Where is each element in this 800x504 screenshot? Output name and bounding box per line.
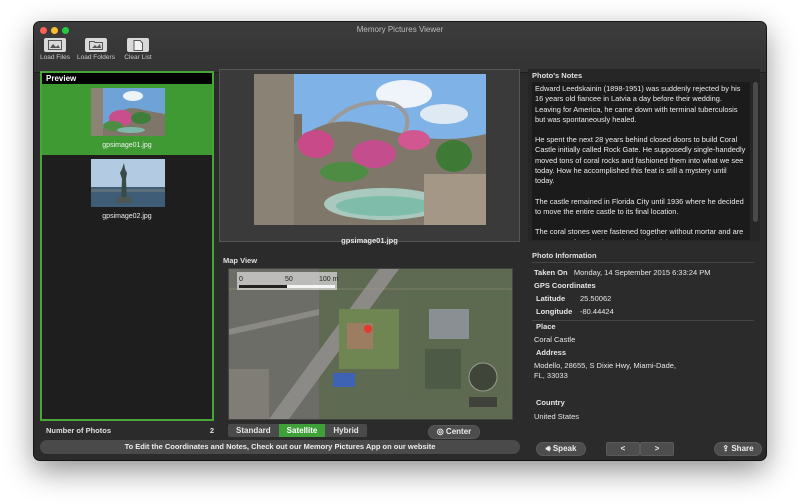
map-view-panel: Map View 0 50 100 m xyxy=(219,256,520,422)
address-label: Address xyxy=(536,348,567,357)
notes-paragraph: The coral stones were fastened together … xyxy=(535,227,744,240)
main-photo[interactable] xyxy=(254,74,486,225)
place-value: Coral Castle xyxy=(534,335,576,344)
longitude-value: -80.44424 xyxy=(580,307,614,316)
notes-paragraph: The castle remained in Florida City unti… xyxy=(535,196,744,216)
taken-on-label: Taken On xyxy=(534,268,568,277)
document-icon xyxy=(127,38,149,52)
latitude-value: 25.50062 xyxy=(580,294,612,303)
share-label: Share xyxy=(731,444,754,453)
photo-count-value: 2 xyxy=(209,426,214,435)
main-photo-panel xyxy=(219,69,520,242)
previous-label: < xyxy=(620,444,626,453)
thumbnail-image xyxy=(91,88,165,136)
map-mode-segmented-control: Standard Satellite Hybrid xyxy=(228,424,367,437)
address-value-line2: FL, 33033 xyxy=(534,371,568,380)
gps-label: GPS Coordinates xyxy=(534,281,596,290)
speak-button[interactable]: 🔊︎ Speak xyxy=(536,442,586,456)
app-window: Memory Pictures Viewer Load Files Load F… xyxy=(34,22,766,460)
longitude-row: Longitude -80.44424 xyxy=(536,307,614,316)
country-label: Country xyxy=(536,398,565,407)
notes-scrollbar[interactable] xyxy=(753,82,758,222)
load-files-label: Load Files xyxy=(40,54,70,61)
taken-on-value: Monday, 14 September 2015 6:33:24 PM xyxy=(573,268,711,277)
load-folders-label: Load Folders xyxy=(77,54,115,61)
map-mode-hybrid[interactable]: Hybrid xyxy=(325,424,367,437)
next-button[interactable]: > xyxy=(640,442,674,456)
share-button[interactable]: ⇪ Share xyxy=(714,442,762,456)
speaker-icon: 🔊︎ xyxy=(545,444,553,453)
taken-on-row: Taken On Monday, 14 September 2015 6:33:… xyxy=(534,268,711,277)
notes-label: Photo's Notes xyxy=(532,71,583,80)
speak-label: Speak xyxy=(552,444,577,453)
country-value: United States xyxy=(534,412,580,421)
preview-panel: Preview gpsimage01.jpg gpsimage02.jpg xyxy=(40,71,214,421)
thumbnail-label: gpsimage02.jpg xyxy=(102,213,152,220)
next-label: > xyxy=(654,444,660,453)
map-mode-standard[interactable]: Standard xyxy=(228,424,279,437)
preview-header: Preview xyxy=(42,73,212,84)
divider xyxy=(532,262,754,263)
photo-caption: gpsimage01.jpg xyxy=(341,236,398,245)
load-folders-button[interactable]: Load Folders xyxy=(74,38,118,61)
center-map-button[interactable]: ◎ Center xyxy=(428,425,480,439)
window-title: Memory Pictures Viewer xyxy=(356,25,444,34)
notes-textarea[interactable]: Edward Leedskainin (1898-1951) was sudde… xyxy=(532,82,750,240)
title-bar: Memory Pictures Viewer Load Files Load F… xyxy=(34,22,766,73)
center-label: Center xyxy=(445,427,472,436)
satellite-map[interactable]: 0 50 100 m xyxy=(228,268,513,420)
notes-paragraph: He spent the next 28 years behind closed… xyxy=(535,135,746,186)
map-view-label: Map View xyxy=(223,256,258,265)
thumbnail-image xyxy=(91,159,165,207)
list-item[interactable]: gpsimage02.jpg xyxy=(42,155,212,226)
map-scale-50: 50 xyxy=(285,276,293,283)
map-scale-100: 100 m xyxy=(319,276,339,283)
latitude-label: Latitude xyxy=(536,294,566,303)
photo-count-row: Number of Photos 2 xyxy=(46,426,214,435)
map-mode-satellite[interactable]: Satellite xyxy=(278,424,326,437)
map-scale-0: 0 xyxy=(239,276,243,283)
photo-info-label: Photo Information xyxy=(532,251,597,260)
photo-info-panel: Photo Information Taken On Monday, 14 Se… xyxy=(528,249,760,432)
clear-list-label: Clear List xyxy=(124,54,152,61)
place-label: Place xyxy=(536,322,556,331)
share-icon: ⇪ xyxy=(722,444,732,453)
clear-list-button[interactable]: Clear List xyxy=(122,38,154,61)
notes-paragraph: Edward Leedskainin (1898-1951) was sudde… xyxy=(535,84,741,124)
list-item[interactable]: gpsimage01.jpg xyxy=(42,84,212,155)
folder-image-icon xyxy=(85,38,107,52)
photo-count-label: Number of Photos xyxy=(46,426,111,435)
center-icon: ◎ xyxy=(436,427,446,436)
longitude-label: Longitude xyxy=(536,307,573,316)
latitude-row: Latitude 25.50062 xyxy=(536,294,611,303)
load-files-button[interactable]: Load Files xyxy=(40,38,70,61)
previous-button[interactable]: < xyxy=(606,442,640,456)
address-value-line1: Modello, 28655, S Dixie Hwy, Miami-Dade, xyxy=(534,361,676,370)
notes-panel: Photo's Notes Edward Leedskainin (1898-1… xyxy=(528,69,760,242)
image-icon xyxy=(44,38,66,52)
thumbnail-label: gpsimage01.jpg xyxy=(102,142,152,149)
footer-banner[interactable]: To Edit the Coordinates and Notes, Check… xyxy=(40,440,520,454)
divider xyxy=(532,320,754,321)
